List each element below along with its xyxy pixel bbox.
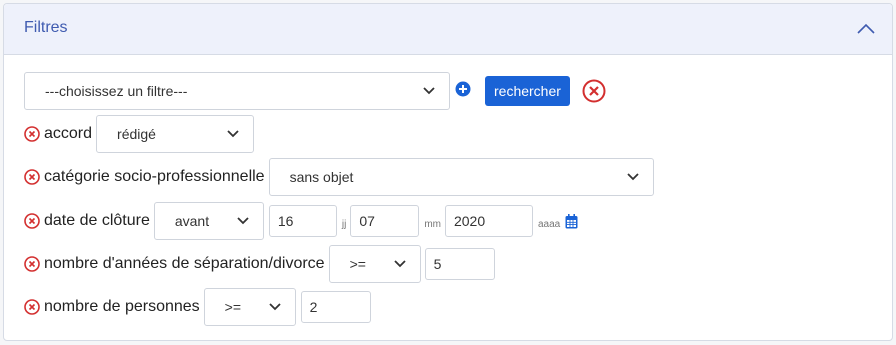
filter-row-nb-personnes: nombre de personnes >=: [24, 288, 371, 326]
clear-filters-icon[interactable]: [582, 79, 606, 103]
accord-select-value: rédigé: [117, 126, 156, 142]
filter-select-value: ---choisissez un filtre---: [45, 83, 188, 99]
date-operator-value: avant: [174, 213, 210, 229]
chevron-down-icon: [227, 130, 239, 138]
chevron-down-icon: [423, 87, 435, 95]
panel-title: Filtres: [24, 19, 68, 36]
filters-panel: Filtres ---choisissez un filtre--- reche…: [3, 3, 893, 341]
filter-select[interactable]: ---choisissez un filtre---: [24, 72, 450, 110]
filter-label-date-cloture: date de clôture: [44, 212, 150, 229]
chevron-down-icon: [237, 217, 249, 225]
filter-row-date-cloture: date de clôture avant jj mm aaaa: [24, 202, 578, 240]
add-filter-icon[interactable]: [455, 81, 471, 97]
filter-row-annees-separation: nombre d'années de séparation/divorce >=: [24, 245, 495, 283]
filter-label-categorie: catégorie socio-professionnelle: [44, 168, 265, 185]
date-operator-select[interactable]: avant: [153, 202, 264, 240]
remove-filter-icon[interactable]: [24, 213, 40, 229]
personnes-operator-select[interactable]: >=: [203, 288, 296, 326]
filter-row-categorie: catégorie socio-professionnelle sans obj…: [24, 158, 654, 196]
chevron-down-icon: [269, 303, 281, 311]
annees-value-input[interactable]: [424, 248, 495, 280]
categorie-select[interactable]: sans objet: [268, 158, 654, 196]
day-unit-label: jj: [341, 218, 347, 230]
chevron-down-icon: [626, 173, 639, 181]
filter-chooser-row: ---choisissez un filtre--- rechercher: [24, 72, 606, 110]
personnes-operator-value: >=: [224, 299, 242, 315]
accord-select[interactable]: rédigé: [96, 115, 255, 153]
day-input[interactable]: [268, 205, 337, 237]
filter-label-nb-personnes: nombre de personnes: [44, 298, 200, 315]
filter-row-accord: accord rédigé: [24, 115, 255, 153]
annees-operator-select[interactable]: >=: [328, 245, 421, 283]
remove-filter-icon[interactable]: [24, 126, 40, 142]
year-unit-label: aaaa: [537, 218, 561, 230]
calendar-icon[interactable]: [565, 213, 578, 229]
annees-operator-value: >=: [349, 256, 366, 272]
panel-header[interactable]: Filtres: [4, 4, 892, 55]
categorie-select-value: sans objet: [289, 169, 354, 185]
remove-filter-icon[interactable]: [24, 299, 40, 315]
chevron-down-icon: [393, 260, 406, 268]
month-input[interactable]: [350, 205, 420, 237]
filter-label-accord: accord: [44, 125, 93, 142]
search-button[interactable]: rechercher: [485, 76, 570, 106]
chevron-up-icon[interactable]: [856, 22, 876, 36]
filter-label-annees-separation: nombre d'années de séparation/divorce: [44, 255, 325, 272]
remove-filter-icon[interactable]: [24, 256, 40, 272]
personnes-value-input[interactable]: [300, 291, 371, 323]
year-input[interactable]: [444, 205, 533, 237]
remove-filter-icon[interactable]: [24, 169, 40, 185]
month-unit-label: mm: [424, 218, 441, 230]
